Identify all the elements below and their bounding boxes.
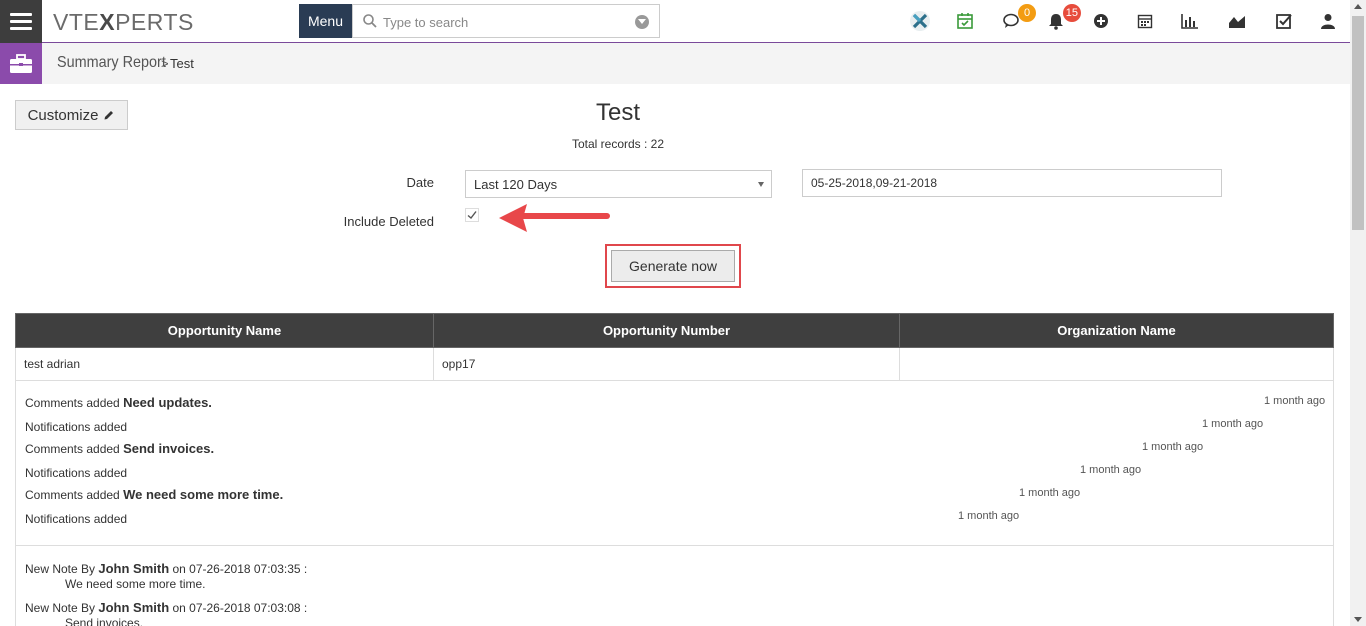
chat-badge: 0 <box>1018 4 1036 22</box>
report-title: Test <box>595 99 640 126</box>
date-filter-value: Last 120 Days <box>474 177 558 192</box>
note-header: New Note By John Smith on 07-26-2018 07:… <box>25 600 308 615</box>
column-header[interactable]: Opportunity Number <box>433 313 900 348</box>
menu-button[interactable]: Menu <box>299 4 352 38</box>
app-logo[interactable]: VTEXPERTS <box>53 9 194 36</box>
note-body: Send invoices. <box>65 616 144 626</box>
column-header[interactable]: Organization Name <box>899 313 1334 348</box>
generate-now-button[interactable]: Generate now <box>611 250 735 282</box>
search-icon <box>363 14 377 28</box>
breadcrumb-current: Test <box>170 56 194 71</box>
notes-list: New Note By John Smith on 07-26-2018 07:… <box>15 546 1334 626</box>
list-item: Comments added We need some more time. <box>25 487 284 502</box>
breadcrumb-module[interactable]: Summary Report <box>57 54 166 72</box>
user-icon[interactable] <box>1317 10 1339 32</box>
activity-time: 1 month ago <box>1142 441 1204 453</box>
red-arrow-annotation <box>499 204 610 232</box>
breadcrumb-separator: > <box>161 56 169 71</box>
breadcrumb-bar: Summary Report > Test <box>0 43 1350 84</box>
activity-time: 1 month ago <box>958 510 1020 522</box>
include-deleted-checkbox[interactable] <box>465 208 479 222</box>
bar-chart-icon[interactable] <box>1179 10 1201 32</box>
notification-badge: 15 <box>1062 4 1081 22</box>
organization-name-cell <box>899 347 1334 381</box>
top-navbar: VTEXPERTS Menu 0 15 <box>0 0 1350 43</box>
total-records: Total records : 22 <box>571 137 665 151</box>
opportunity-name-cell[interactable]: test adrian <box>15 347 434 381</box>
bell-icon[interactable]: 15 <box>1045 4 1081 32</box>
calendar-icon[interactable] <box>1134 10 1156 32</box>
hamburger-menu-icon[interactable] <box>0 0 42 43</box>
search-input[interactable] <box>383 12 623 32</box>
generate-highlight-box: Generate now <box>605 244 741 288</box>
list-item: Comments added Need updates. <box>25 395 212 410</box>
chat-icon[interactable]: 0 <box>1000 4 1036 32</box>
note-body: We need some more time. <box>65 577 206 591</box>
scroll-up-arrow[interactable] <box>1354 4 1362 9</box>
page-scrollbar[interactable] <box>1350 0 1366 626</box>
calendar-check-icon[interactable] <box>954 10 976 32</box>
global-search[interactable] <box>352 4 660 38</box>
activity-time: 1 month ago <box>1019 487 1081 499</box>
vtexperts-x-icon[interactable] <box>909 10 931 32</box>
area-chart-icon[interactable] <box>1226 10 1248 32</box>
activity-time: 1 month ago <box>1202 418 1264 430</box>
include-deleted-label: Include Deleted <box>343 214 434 229</box>
activity-time: 1 month ago <box>1080 464 1142 476</box>
date-range-input[interactable] <box>802 169 1222 197</box>
list-item: Comments added Send invoices. <box>25 441 215 456</box>
search-dropdown-icon[interactable] <box>635 15 649 29</box>
list-item: Notifications added <box>25 420 128 434</box>
scroll-down-arrow[interactable] <box>1354 617 1362 622</box>
column-header[interactable]: Opportunity Name <box>15 313 434 348</box>
note-header: New Note By John Smith on 07-26-2018 07:… <box>25 561 308 576</box>
report-table: Opportunity Name Opportunity Number Orga… <box>15 313 1334 381</box>
activity-time: 1 month ago <box>1264 395 1326 407</box>
chevron-down-icon <box>758 182 764 187</box>
briefcase-icon[interactable] <box>0 43 42 84</box>
add-circle-icon[interactable] <box>1090 10 1112 32</box>
activity-list: Comments added Need updates. 1 month ago… <box>15 380 1334 546</box>
list-item: Notifications added <box>25 466 128 480</box>
scroll-thumb[interactable] <box>1352 16 1364 230</box>
date-filter-select[interactable]: Last 120 Days <box>465 170 772 198</box>
table-row[interactable]: test adrian opp17 <box>15 347 1334 381</box>
date-label: Date <box>406 175 434 190</box>
task-check-icon[interactable] <box>1273 10 1295 32</box>
list-item: Notifications added <box>25 512 128 526</box>
opportunity-number-cell: opp17 <box>433 347 900 381</box>
